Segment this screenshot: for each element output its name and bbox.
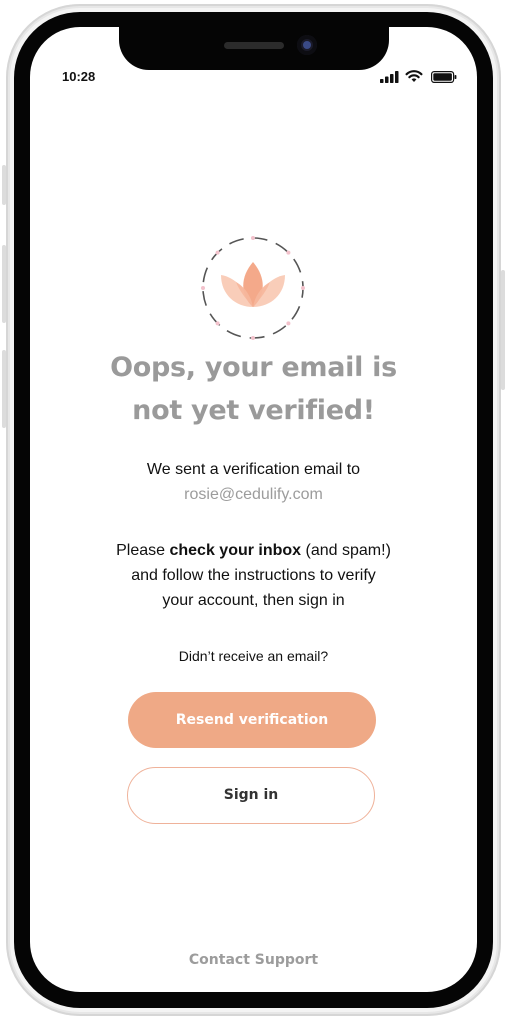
camera-icon — [297, 35, 317, 55]
notch — [119, 12, 389, 70]
resend-verification-button[interactable]: Resend verification — [128, 692, 376, 748]
side-button-left-1 — [2, 165, 6, 205]
side-button-right — [501, 270, 505, 390]
resend-prompt: Didn’t receive an email? — [178, 648, 329, 664]
page-title: Oops, your email is not yet verified! — [30, 346, 477, 432]
sent-message: We sent a verification email to — [146, 461, 361, 478]
instructions-line-3: your account, then sign in — [162, 592, 345, 609]
screen: 10:28 Oops, your email is not yet verifi… — [30, 27, 477, 992]
contact-support-link[interactable]: Contact Support — [30, 952, 477, 968]
speaker-grille — [224, 42, 284, 49]
instructions-line-1: Please check your inbox (and spam!) — [30, 542, 477, 560]
page-title-line-2: not yet verified! — [132, 395, 375, 426]
lotus-icon — [201, 236, 305, 340]
camera-lens — [303, 41, 311, 49]
signal-icon — [380, 71, 399, 83]
email-address: rosie@cedulify.com — [184, 486, 323, 503]
phone-bezel: 10:28 Oops, your email is not yet verifi… — [14, 12, 493, 1008]
status-time: 10:28 — [62, 69, 96, 84]
wifi-icon — [405, 70, 423, 82]
instructions-text-2: (and spam!) — [301, 542, 391, 559]
sign-in-button[interactable]: Sign in — [127, 767, 375, 824]
instructions-line-2: and follow the instructions to verify — [131, 567, 376, 584]
battery-icon — [431, 71, 457, 83]
instructions-text-1: Please — [116, 542, 170, 559]
side-button-left-3 — [2, 350, 6, 428]
instructions-emphasis: check your inbox — [169, 542, 302, 559]
page-title-line-1: Oops, your email is — [110, 352, 397, 383]
side-button-left-2 — [2, 245, 6, 323]
